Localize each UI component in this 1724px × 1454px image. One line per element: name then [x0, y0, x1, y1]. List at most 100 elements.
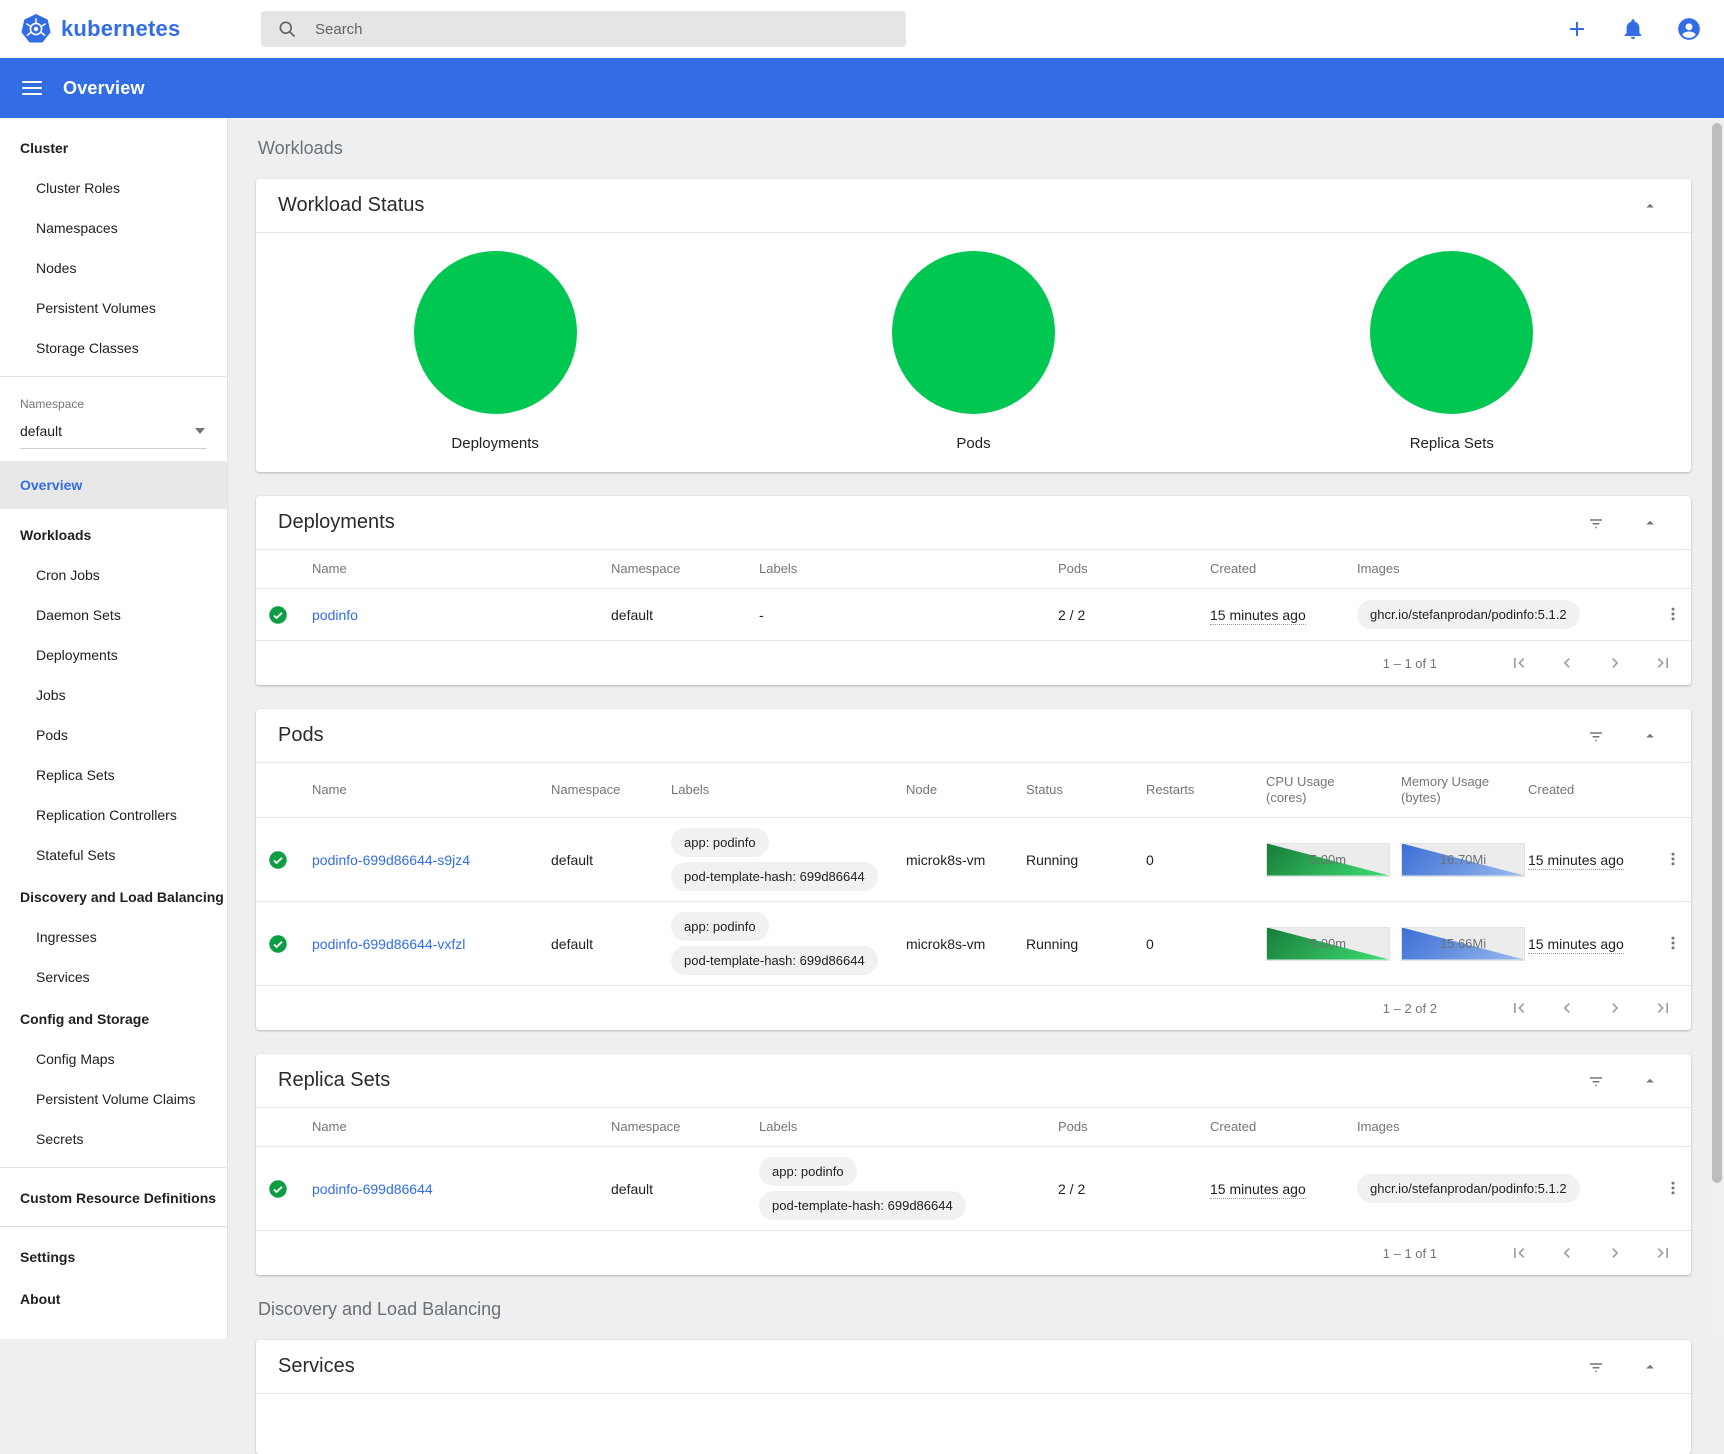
pagination: 1 – 1 of 1: [256, 641, 1691, 685]
sidebar-item-overview[interactable]: Overview: [0, 461, 227, 509]
column-header: Status: [1010, 763, 1130, 818]
column-header: [256, 550, 296, 589]
collapse-icon[interactable]: [1641, 727, 1659, 745]
sidebar-item-persistent-volumes[interactable]: Persistent Volumes: [0, 288, 227, 328]
filter-icon[interactable]: [1587, 514, 1605, 532]
node-value: microk8s-vm: [906, 936, 985, 952]
sidebar-item-persistent-volume-claims[interactable]: Persistent Volume Claims: [0, 1079, 227, 1119]
app-bar: Overview: [0, 58, 1724, 118]
collapse-icon[interactable]: [1641, 197, 1659, 215]
row-menu-kebab-icon[interactable]: [1662, 1177, 1684, 1199]
account-icon[interactable]: [1676, 16, 1702, 42]
sidebar-item-settings[interactable]: Settings: [0, 1235, 227, 1277]
column-header: [256, 1108, 296, 1147]
label-chip: pod-template-hash: 699d86644: [759, 1191, 966, 1220]
sidebar-item-services[interactable]: Services: [0, 957, 227, 997]
label-chip: pod-template-hash: 699d86644: [671, 946, 878, 975]
search-input[interactable]: [315, 21, 890, 38]
sidebar-group-header[interactable]: Config and Storage: [0, 997, 227, 1039]
last-page-icon[interactable]: [1653, 998, 1673, 1018]
sidebar-item-daemon-sets[interactable]: Daemon Sets: [0, 595, 227, 635]
sidebar-item-namespaces[interactable]: Namespaces: [0, 208, 227, 248]
sidebar-item-about[interactable]: About: [0, 1277, 227, 1319]
column-header: Labels: [743, 550, 1042, 589]
column-header: Created: [1512, 763, 1646, 818]
deployment-link[interactable]: podinfo: [312, 607, 358, 623]
sparkline-value: 15.66Mi: [1402, 928, 1524, 960]
last-page-icon[interactable]: [1653, 1243, 1673, 1263]
row-menu-kebab-icon[interactable]: [1662, 848, 1684, 870]
filter-icon[interactable]: [1587, 1072, 1605, 1090]
sidebar-item-secrets[interactable]: Secrets: [0, 1119, 227, 1159]
namespace-value: default: [611, 607, 653, 623]
status-pie-chart: [1370, 251, 1533, 414]
row-menu-kebab-icon[interactable]: [1662, 603, 1684, 625]
image-chip: ghcr.io/stefanprodan/podinfo:5.1.2: [1357, 1174, 1580, 1203]
sidebar-item-storage-classes[interactable]: Storage Classes: [0, 328, 227, 368]
namespace-select[interactable]: default: [20, 417, 207, 449]
sidebar-item-replication-controllers[interactable]: Replication Controllers: [0, 795, 227, 835]
collapse-icon[interactable]: [1641, 1358, 1659, 1376]
label-chip: app: podinfo: [671, 912, 769, 941]
menu-hamburger-icon[interactable]: [22, 81, 42, 95]
sidebar-item-jobs[interactable]: Jobs: [0, 675, 227, 715]
sidebar-divider: [0, 1226, 227, 1227]
scrollbar-track[interactable]: [1710, 118, 1724, 1339]
sidebar-item-cron-jobs[interactable]: Cron Jobs: [0, 555, 227, 595]
prev-page-icon[interactable]: [1557, 653, 1577, 673]
create-plus-icon[interactable]: [1564, 16, 1590, 42]
pod-link[interactable]: podinfo-699d86644-s9jz4: [312, 852, 470, 868]
first-page-icon[interactable]: [1509, 998, 1529, 1018]
replica-sets-table: NameNamespaceLabelsPodsCreatedImages pod…: [256, 1108, 1691, 1231]
services-card: Services: [256, 1340, 1691, 1454]
column-header: Namespace: [595, 1108, 743, 1147]
status-value: Running: [1026, 852, 1078, 868]
column-header: Pods: [1042, 550, 1194, 589]
sidebar-item-deployments[interactable]: Deployments: [0, 635, 227, 675]
kubernetes-brand[interactable]: kubernetes: [20, 13, 180, 45]
next-page-icon[interactable]: [1605, 1243, 1625, 1263]
sidebar-item-config-maps[interactable]: Config Maps: [0, 1039, 227, 1079]
pod-link[interactable]: podinfo-699d86644-vxfzl: [312, 936, 465, 952]
sidebar-item-cluster-roles[interactable]: Cluster Roles: [0, 168, 227, 208]
collapse-icon[interactable]: [1641, 514, 1659, 532]
labels-chips: app: podinfo pod-template-hash: 699d86644: [671, 910, 882, 977]
sidebar: ClusterCluster RolesNamespacesNodesPersi…: [0, 118, 228, 1339]
prev-page-icon[interactable]: [1557, 1243, 1577, 1263]
created-timestamp: 15 minutes ago: [1210, 607, 1306, 625]
notifications-bell-icon[interactable]: [1620, 16, 1646, 42]
filter-icon[interactable]: [1587, 1358, 1605, 1376]
prev-page-icon[interactable]: [1557, 998, 1577, 1018]
first-page-icon[interactable]: [1509, 653, 1529, 673]
sidebar-item-nodes[interactable]: Nodes: [0, 248, 227, 288]
next-page-icon[interactable]: [1605, 653, 1625, 673]
cpu-sparkline: 5.00m: [1266, 927, 1390, 961]
search-icon: [277, 19, 297, 39]
sidebar-item-ingresses[interactable]: Ingresses: [0, 917, 227, 957]
sidebar-item-replica-sets[interactable]: Replica Sets: [0, 755, 227, 795]
workload-status-card: Workload Status DeploymentsPodsReplica S…: [256, 179, 1691, 472]
sidebar-item-custom-resource-definitions[interactable]: Custom Resource Definitions: [0, 1176, 227, 1218]
sidebar-item-stateful-sets[interactable]: Stateful Sets: [0, 835, 227, 875]
last-page-icon[interactable]: [1653, 653, 1673, 673]
status-chart-label: Pods: [956, 435, 990, 452]
filter-icon[interactable]: [1587, 727, 1605, 745]
labels-chips: app: podinfopod-template-hash: 699d86644: [671, 826, 882, 893]
scrollbar-thumb[interactable]: [1712, 123, 1722, 1183]
sidebar-group-header[interactable]: Cluster: [0, 126, 227, 168]
column-header: Restarts: [1130, 763, 1250, 818]
next-page-icon[interactable]: [1605, 998, 1625, 1018]
column-header: Memory Usage (bytes): [1385, 763, 1512, 818]
labels-value: -: [759, 607, 764, 623]
row-menu-kebab-icon[interactable]: [1662, 932, 1684, 954]
table-row: podinfo-699d86644-s9jz4defaultapp: podin…: [256, 818, 1691, 902]
sidebar-group-header[interactable]: Workloads: [0, 513, 227, 555]
first-page-icon[interactable]: [1509, 1243, 1529, 1263]
sidebar-item-pods[interactable]: Pods: [0, 715, 227, 755]
sidebar-group-header[interactable]: Discovery and Load Balancing: [0, 875, 227, 917]
column-header: [256, 763, 296, 818]
search-bar[interactable]: [261, 11, 906, 47]
collapse-icon[interactable]: [1641, 1072, 1659, 1090]
column-header: Namespace: [595, 550, 743, 589]
replica-set-link[interactable]: podinfo-699d86644: [312, 1181, 433, 1197]
